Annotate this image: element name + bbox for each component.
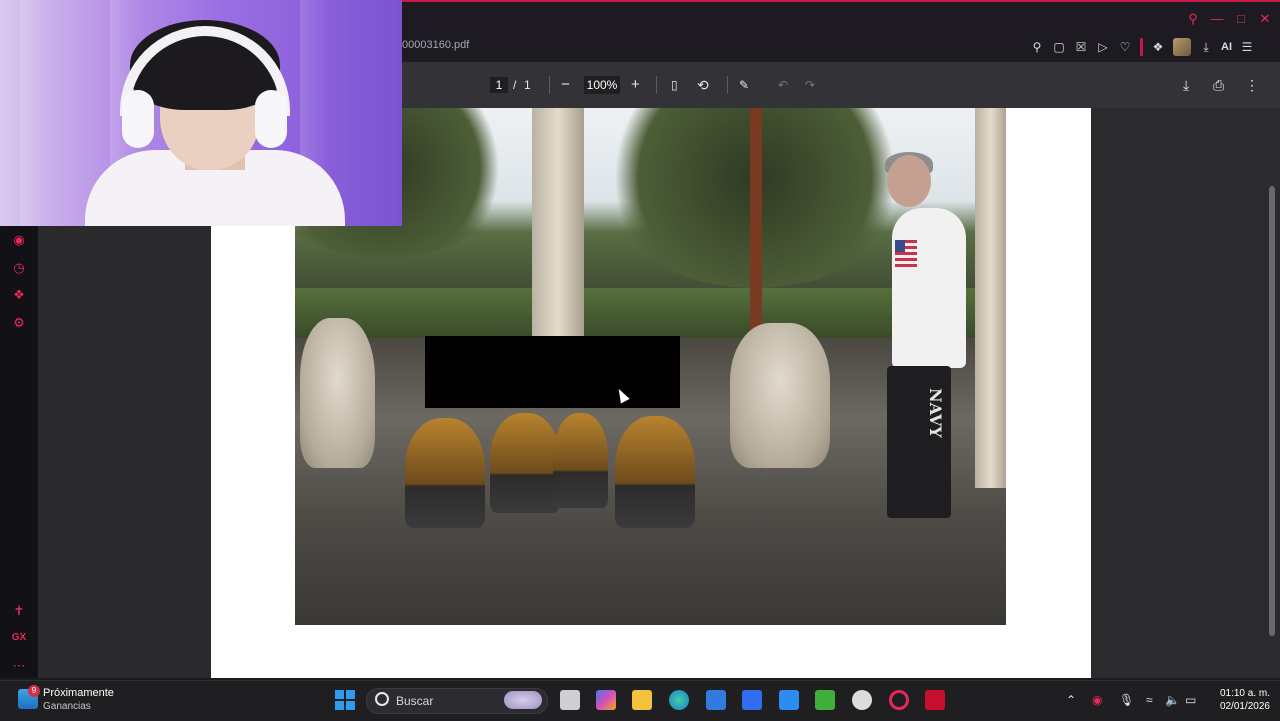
taskbar-clock[interactable]: 01:10 a. m. 02/01/2026 [1206,687,1270,713]
rotate-icon[interactable]: ⟲ [697,77,709,93]
zoom-level[interactable]: 100% [584,76,620,94]
play-icon[interactable]: ▷ [1096,39,1110,55]
settings-icon[interactable]: ⚙ [11,315,27,331]
download-icon[interactable]: ⤓ [1199,39,1213,55]
toolbar-divider [549,76,550,94]
ai-button[interactable]: AI [1221,39,1232,55]
minimize-icon[interactable]: — [1210,12,1224,26]
obs-icon[interactable] [852,690,872,710]
flag-print [895,240,917,270]
kneeling-figure [615,416,695,528]
page-separator: / [513,78,517,92]
edge-icon[interactable] [669,690,689,710]
pants-text: NAVY [926,388,945,438]
wooden-post [750,108,762,338]
battery-icon[interactable]: ▭ [1185,693,1196,707]
man-shirt [892,208,966,368]
microphone-icon[interactable]: 🎙 [1119,693,1134,707]
maximize-icon[interactable]: □ [1234,12,1248,26]
kneeling-figure [553,413,608,508]
adblock-icon[interactable]: ☒ [1074,39,1088,55]
stone-urn [730,323,830,468]
pin-icon[interactable]: ⚲ [1030,39,1044,55]
extension-avatar-icon[interactable] [1173,38,1191,56]
task-view-icon[interactable] [560,690,580,710]
heart-icon[interactable]: ♡ [1118,39,1132,55]
menu-icon[interactable]: ☰ [1240,39,1254,55]
more-options-icon[interactable]: ⋮ [1245,77,1259,93]
minecraft-icon[interactable] [815,690,835,710]
accent-line [402,0,1280,2]
zoom-out-button[interactable]: − [561,77,570,93]
history-icon[interactable]: ◷ [11,260,27,276]
scrollbar-thumb[interactable] [1269,186,1275,636]
headphone-earcup [122,90,154,148]
wifi-icon[interactable]: ≈ [1146,693,1153,707]
redo-icon[interactable]: ↷ [805,77,815,93]
search-placeholder[interactable]: Buscar [396,694,433,708]
toolbar-divider [656,76,657,94]
kneeling-figure [405,418,485,528]
tray-chevron-icon[interactable]: ⌃ [1066,693,1076,707]
stone-pillar [532,108,584,348]
search-icon[interactable]: ⚲ [1186,12,1200,26]
file-explorer-icon[interactable] [632,690,652,710]
print-icon[interactable]: ⎙ [1213,77,1224,93]
copilot-icon[interactable] [596,690,616,710]
total-pages: 1 [524,78,531,92]
toolbar-divider [727,76,728,94]
kneeling-figure [490,413,560,513]
widget-title[interactable]: Próximamente [43,687,114,699]
address-bar-icons: ⚲ ▢ ☒ ▷ ♡ ❖ ⤓ AI ☰ [1030,38,1254,56]
webcam-overlay [0,0,402,226]
stone-pillar [975,108,1006,488]
pdf-filename: 00003160.pdf [402,39,470,51]
man-head [887,155,931,207]
headphone-earcup [255,90,287,148]
app-icon[interactable] [779,690,799,710]
download-pdf-icon[interactable]: ⤓ [1183,77,1189,93]
extensions-icon[interactable]: ❖ [1151,39,1165,55]
dropbox-icon[interactable] [742,690,762,710]
divider [1140,38,1143,56]
search-icon [375,692,389,706]
app-icon-red[interactable] [925,690,945,710]
start-button[interactable] [335,690,355,710]
zoom-in-button[interactable]: + [631,77,640,93]
clock-date: 02/01/2026 [1219,701,1270,712]
volume-icon[interactable]: 🔈 [1165,693,1180,707]
opera-gx-icon[interactable] [889,690,909,710]
snapshot-icon[interactable]: ▢ [1052,39,1066,55]
store-icon[interactable] [706,690,726,710]
widget-subtitle[interactable]: Ganancias [43,701,91,712]
more-icon[interactable]: ⋯ [11,658,27,674]
tray-app-icon[interactable]: ◉ [1092,693,1102,707]
page-number-input[interactable]: 1 [490,77,508,93]
curtain-fold [20,0,50,226]
player-icon[interactable]: ◉ [11,232,27,248]
annotate-icon[interactable]: ✎ [739,77,749,93]
stone-urn [300,318,375,468]
close-icon[interactable]: ✕ [1258,12,1272,26]
redaction-box [425,336,680,408]
widgets-badge: 9 [28,685,40,697]
undo-icon[interactable]: ↶ [778,77,788,93]
gx-icon[interactable]: GX [11,630,27,646]
tools-icon[interactable]: ✝ [11,603,27,619]
fit-page-icon[interactable]: ▯ [671,77,678,93]
clock-time: 01:10 a. m. [1219,688,1270,699]
search-highlight-icon[interactable] [504,691,542,709]
extensions-sidebar-icon[interactable]: ❖ [11,287,27,303]
